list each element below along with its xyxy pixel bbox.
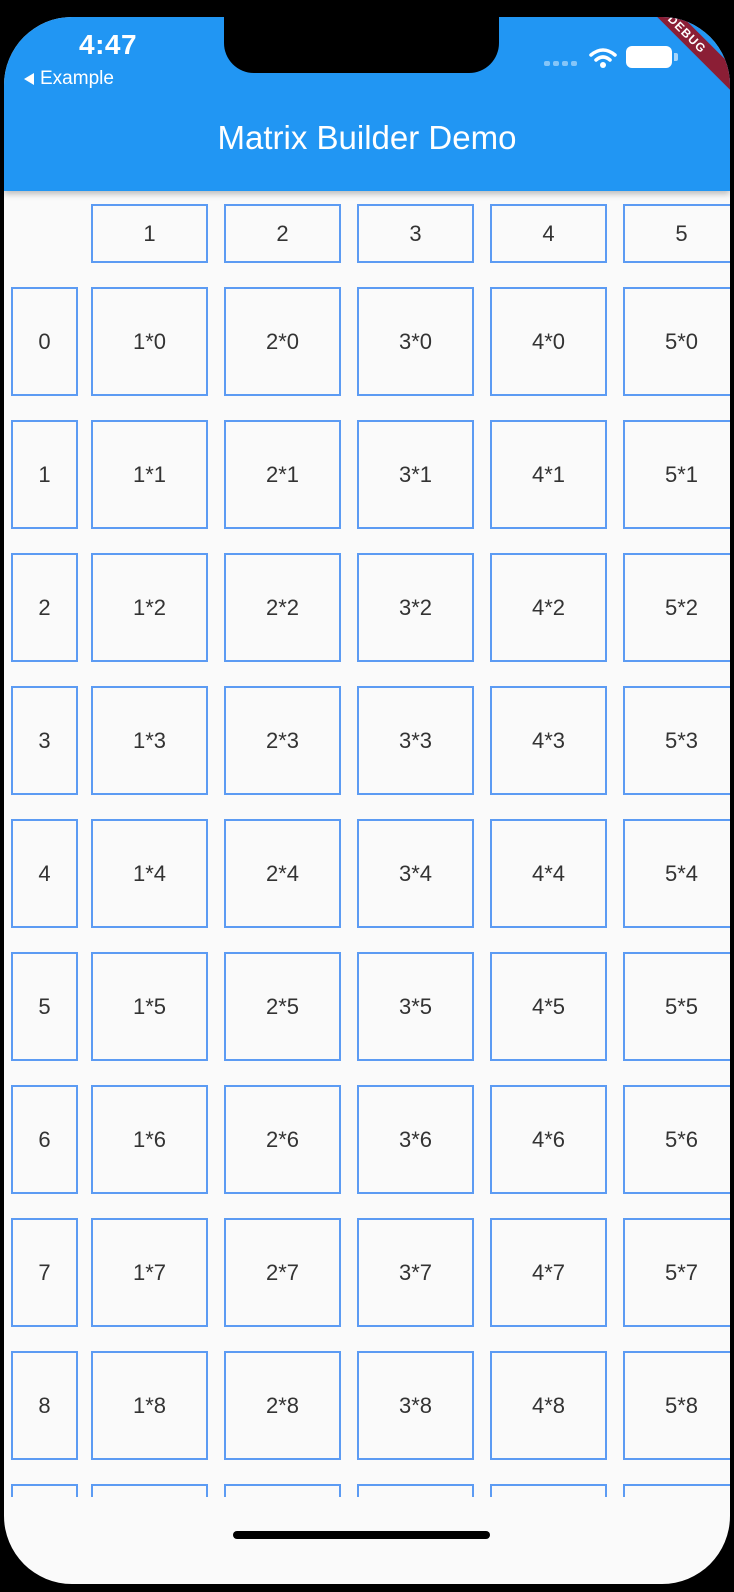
row-header-cell[interactable]: 8: [11, 1351, 78, 1460]
matrix-cell[interactable]: 4*3: [490, 686, 607, 795]
matrix-cell[interactable]: 4*7: [490, 1218, 607, 1327]
column-header-cell[interactable]: 4: [490, 204, 607, 263]
matrix-cell[interactable]: 4*8: [490, 1351, 607, 1460]
matrix-cell[interactable]: 5*5: [623, 952, 730, 1061]
back-app-label: Example: [40, 68, 114, 89]
matrix-cell[interactable]: 5*3: [623, 686, 730, 795]
status-time: 4:47: [79, 29, 138, 60]
row-header-cell[interactable]: 3: [11, 686, 78, 795]
matrix-cell[interactable]: 5*6: [623, 1085, 730, 1194]
matrix-cell[interactable]: 4*4: [490, 819, 607, 928]
matrix-cell-partial: [490, 1484, 607, 1497]
back-arrow-icon: [24, 73, 34, 85]
page-title: Matrix Builder Demo: [217, 119, 517, 156]
row-header-cell[interactable]: 0: [11, 287, 78, 396]
cellular-signal-icon: [544, 61, 577, 66]
matrix-cell[interactable]: 2*7: [224, 1218, 341, 1327]
battery-icon: [626, 46, 672, 68]
battery-tip-icon: [674, 53, 678, 61]
matrix-cell-partial: [623, 1484, 730, 1497]
matrix-cell[interactable]: 1*6: [91, 1085, 208, 1194]
column-header-cell[interactable]: 2: [224, 204, 341, 263]
matrix-cell[interactable]: 3*5: [357, 952, 474, 1061]
matrix-cell[interactable]: 3*1: [357, 420, 474, 529]
device-notch: [224, 17, 499, 73]
matrix-cell[interactable]: 4*2: [490, 553, 607, 662]
matrix-cell-partial: [11, 1484, 78, 1497]
matrix-cell[interactable]: 1*0: [91, 287, 208, 396]
matrix-cell[interactable]: 4*1: [490, 420, 607, 529]
matrix-cell[interactable]: 1*1: [91, 420, 208, 529]
row-header-cell[interactable]: 2: [11, 553, 78, 662]
matrix-cell-partial: [224, 1484, 341, 1497]
phone-frame: 1 2 3 4 5 0 1*0 2*0 3*0 4*0 5*0 1 1*1 2*1 3*1 4*1 5*1 2 1*…: [0, 0, 734, 1592]
matrix-cell[interactable]: 2*3: [224, 686, 341, 795]
matrix-cell[interactable]: 4*6: [490, 1085, 607, 1194]
matrix-cell[interactable]: 1*7: [91, 1218, 208, 1327]
app-screen: 1 2 3 4 5 0 1*0 2*0 3*0 4*0 5*0 1 1*1 2*1 3*1 4*1 5*1 2 1*…: [4, 17, 730, 1584]
wifi-icon: [589, 48, 617, 68]
matrix-cell[interactable]: 2*4: [224, 819, 341, 928]
matrix-cell[interactable]: 1*8: [91, 1351, 208, 1460]
matrix-cell[interactable]: 5*1: [623, 420, 730, 529]
matrix-cell[interactable]: 2*5: [224, 952, 341, 1061]
matrix-cell-partial: [357, 1484, 474, 1497]
matrix-cell[interactable]: 4*5: [490, 952, 607, 1061]
matrix-cell[interactable]: 4*0: [490, 287, 607, 396]
matrix-cell[interactable]: 3*2: [357, 553, 474, 662]
matrix-grid[interactable]: 1 2 3 4 5 0 1*0 2*0 3*0 4*0 5*0 1 1*1 2*1 3*1 4*1 5*1 2 1*…: [4, 17, 730, 1497]
matrix-cell[interactable]: 3*6: [357, 1085, 474, 1194]
row-header-cell[interactable]: 1: [11, 420, 78, 529]
matrix-cell[interactable]: 1*5: [91, 952, 208, 1061]
matrix-cell[interactable]: 2*0: [224, 287, 341, 396]
back-to-app-link[interactable]: Example: [24, 68, 114, 90]
matrix-cell[interactable]: 5*7: [623, 1218, 730, 1327]
matrix-cell[interactable]: 5*8: [623, 1351, 730, 1460]
matrix-cell[interactable]: 3*3: [357, 686, 474, 795]
matrix-cell[interactable]: 1*4: [91, 819, 208, 928]
matrix-cell[interactable]: 2*6: [224, 1085, 341, 1194]
row-header-cell[interactable]: 5: [11, 952, 78, 1061]
matrix-cell[interactable]: 2*1: [224, 420, 341, 529]
matrix-cell[interactable]: 5*2: [623, 553, 730, 662]
matrix-cell[interactable]: 2*2: [224, 553, 341, 662]
row-header-cell[interactable]: 4: [11, 819, 78, 928]
matrix-cell[interactable]: 3*7: [357, 1218, 474, 1327]
column-header-cell[interactable]: 3: [357, 204, 474, 263]
row-header-cell[interactable]: 7: [11, 1218, 78, 1327]
matrix-cell-partial: [91, 1484, 208, 1497]
home-indicator[interactable]: [233, 1531, 490, 1539]
matrix-cell[interactable]: 1*3: [91, 686, 208, 795]
matrix-cell[interactable]: 5*4: [623, 819, 730, 928]
column-header-cell[interactable]: 1: [91, 204, 208, 263]
column-header-cell[interactable]: 5: [623, 204, 730, 263]
matrix-cell[interactable]: 5*0: [623, 287, 730, 396]
matrix-cell[interactable]: 3*0: [357, 287, 474, 396]
matrix-cell[interactable]: 3*4: [357, 819, 474, 928]
matrix-cell[interactable]: 1*2: [91, 553, 208, 662]
matrix-cell[interactable]: 2*8: [224, 1351, 341, 1460]
row-header-cell[interactable]: 6: [11, 1085, 78, 1194]
matrix-cell[interactable]: 3*8: [357, 1351, 474, 1460]
